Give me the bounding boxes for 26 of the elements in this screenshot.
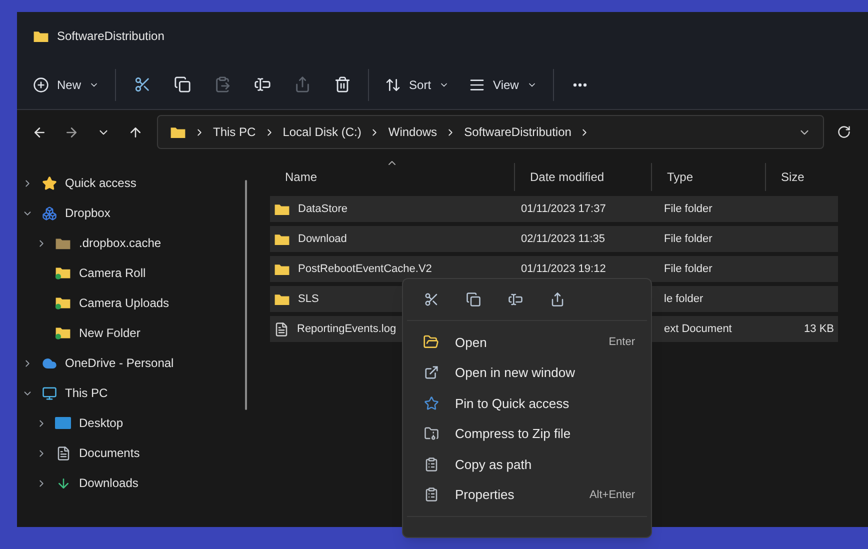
nav-label: New Folder	[79, 325, 140, 342]
nav-label: Documents	[79, 445, 140, 462]
file-name: SLS	[298, 292, 319, 307]
file-type: File folder	[664, 232, 712, 245]
nav-label: Camera Roll	[79, 265, 146, 282]
nav-label: .dropbox.cache	[79, 235, 162, 252]
date-modified: 01/11/2023 17:37	[521, 202, 606, 215]
nav-label: Dropbox	[65, 205, 110, 222]
nav-label: Desktop	[79, 415, 124, 432]
file-type: le folder	[664, 292, 704, 305]
file-name: ReportingEvents.log	[297, 322, 396, 337]
window-title: SoftwareDistribution	[57, 28, 164, 45]
date-modified: 02/11/2023 11:35	[521, 232, 606, 245]
file-name: DataStore	[298, 202, 348, 217]
file-name: Download	[298, 232, 347, 247]
file-type: File folder	[664, 262, 712, 275]
file-size: 13 KB	[804, 322, 834, 337]
file-type: File folder	[664, 202, 712, 215]
file-type: ext Document	[664, 322, 732, 335]
date-modified: 01/11/2023 19:12	[521, 262, 606, 275]
nav-label: This PC	[65, 385, 108, 402]
nav-label: Quick access	[65, 175, 136, 192]
nav-label: OneDrive - Personal	[65, 355, 174, 372]
nav-label: Camera Uploads	[79, 295, 170, 312]
file-name: PostRebootEventCache.V2	[298, 262, 432, 277]
nav-label: Downloads	[79, 475, 138, 492]
